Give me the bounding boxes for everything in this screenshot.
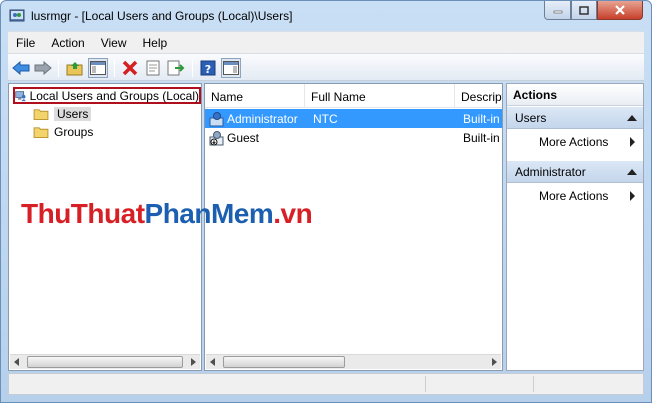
menu-view[interactable]: View <box>93 33 135 53</box>
status-cell <box>533 376 641 392</box>
tree-item-groups[interactable]: Groups <box>33 123 93 140</box>
scroll-thumb[interactable] <box>223 356 345 368</box>
users-app-icon <box>9 9 25 22</box>
action-group-users[interactable]: Users <box>507 107 643 129</box>
properties-button[interactable] <box>143 58 163 78</box>
submenu-arrow-icon <box>630 191 635 201</box>
console-tree-icon <box>90 61 106 75</box>
watermark-part3: .vn <box>273 198 313 229</box>
properties-icon <box>146 60 160 76</box>
show-hide-tree-button[interactable] <box>88 58 108 78</box>
action-pane-icon <box>223 61 239 75</box>
minimize-button[interactable] <box>544 1 571 20</box>
status-cell <box>425 376 533 392</box>
maximize-icon <box>579 5 589 15</box>
action-more-actions-administrator[interactable]: More Actions <box>507 186 643 206</box>
svg-text:?: ? <box>205 63 211 76</box>
watermark: ThuThuatPhanMem.vn <box>21 198 313 230</box>
export-list-icon <box>167 60 185 76</box>
tree-item-users[interactable]: Users <box>33 105 92 122</box>
watermark-part2: PhanMem <box>144 198 274 229</box>
column-header-full-name[interactable]: Full Name <box>305 84 455 108</box>
close-icon <box>615 5 625 15</box>
delete-button[interactable] <box>120 58 140 78</box>
scroll-left-icon[interactable] <box>210 358 215 366</box>
close-button[interactable] <box>597 1 643 20</box>
list-row-administrator[interactable]: Administrator NTC Built-in <box>205 109 502 128</box>
action-more-actions-users[interactable]: More Actions <box>507 132 643 152</box>
delete-x-icon <box>122 60 138 76</box>
actions-title: Actions <box>507 84 643 106</box>
help-icon: ? <box>200 60 216 76</box>
list-row-guest[interactable]: Guest Built-in <box>205 128 502 147</box>
cell-description: Built-in <box>463 130 500 145</box>
status-bar <box>8 373 644 395</box>
tree-horizontal-scrollbar[interactable] <box>10 354 200 369</box>
scroll-right-icon[interactable] <box>492 358 497 366</box>
mmc-window: lusrmgr - [Local Users and Groups (Local… <box>0 0 652 403</box>
title-bar[interactable]: lusrmgr - [Local Users and Groups (Local… <box>1 1 651 31</box>
actions-pane: Actions Users More Actions Administrator… <box>506 83 644 371</box>
column-header-description[interactable]: Descript <box>455 84 502 108</box>
up-level-button[interactable] <box>65 58 85 78</box>
back-button[interactable] <box>11 58 31 78</box>
toolbar-separator <box>114 59 115 77</box>
tree-item-label: Groups <box>54 124 94 139</box>
help-button[interactable]: ? <box>198 58 218 78</box>
toolbar-separator <box>192 59 193 77</box>
scroll-thumb[interactable] <box>27 356 183 368</box>
tree-root-local-users-groups[interactable]: Local Users and Groups (Local) <box>13 87 201 104</box>
column-header-name[interactable]: Name <box>205 84 305 108</box>
action-item-label: More Actions <box>539 189 609 203</box>
minimize-icon <box>553 10 562 14</box>
menu-action[interactable]: Action <box>43 33 92 53</box>
menu-help[interactable]: Help <box>135 33 176 53</box>
back-arrow-icon <box>12 61 30 75</box>
forward-button[interactable] <box>33 58 53 78</box>
show-hide-action-pane-button[interactable] <box>221 58 241 78</box>
scroll-left-icon[interactable] <box>14 358 19 366</box>
list-horizontal-scrollbar[interactable] <box>206 354 501 369</box>
action-group-label: Administrator <box>515 165 586 179</box>
menu-file[interactable]: File <box>8 33 43 53</box>
folder-icon <box>33 126 49 138</box>
toolbar: ? <box>8 53 644 81</box>
tree-item-label: Users <box>54 106 92 121</box>
maximize-button[interactable] <box>571 1 597 20</box>
window-title: lusrmgr - [Local Users and Groups (Local… <box>31 9 293 23</box>
action-group-administrator[interactable]: Administrator <box>507 161 643 183</box>
collapse-up-icon[interactable] <box>627 169 637 175</box>
scroll-right-icon[interactable] <box>191 358 196 366</box>
watermark-part1: ThuThuat <box>21 198 145 229</box>
toolbar-separator <box>58 59 59 77</box>
folder-icon <box>33 108 49 120</box>
cell-name: Administrator <box>227 111 298 126</box>
cell-name: Guest <box>227 130 260 145</box>
export-list-button[interactable] <box>166 58 186 78</box>
collapse-up-icon[interactable] <box>627 115 637 121</box>
user-icon <box>209 111 224 126</box>
list-header: Name Full Name Descript <box>205 84 502 108</box>
disabled-user-icon <box>209 130 224 145</box>
forward-arrow-icon <box>34 61 52 75</box>
cell-full-name: NTC <box>313 111 338 126</box>
cell-description: Built-in <box>463 111 500 126</box>
submenu-arrow-icon <box>630 137 635 147</box>
action-group-label: Users <box>515 111 547 125</box>
action-item-label: More Actions <box>539 135 609 149</box>
computer-users-icon <box>15 90 26 101</box>
menu-bar: File Action View Help <box>8 31 644 53</box>
folder-up-icon <box>66 62 83 76</box>
tree-root-label: Local Users and Groups (Local) <box>29 88 199 103</box>
